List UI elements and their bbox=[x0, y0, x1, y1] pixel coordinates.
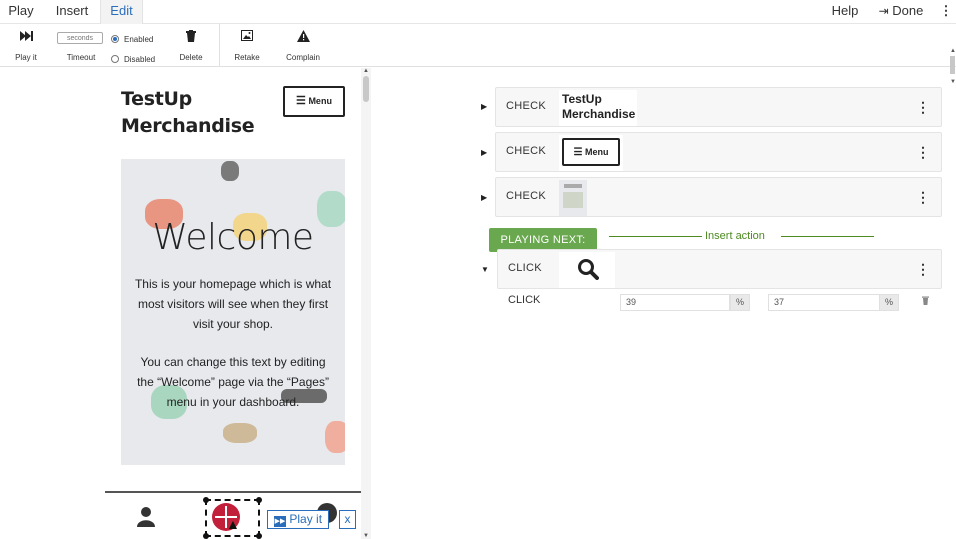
delete-button[interactable]: Delete bbox=[174, 24, 208, 67]
site-title: TestUp Merchandise bbox=[121, 88, 255, 137]
y-percent-field[interactable]: 37 bbox=[768, 294, 880, 311]
action-verb: CLICK bbox=[508, 262, 542, 274]
complain-button[interactable]: Complain bbox=[280, 24, 326, 67]
handle-bottom-left[interactable] bbox=[203, 533, 209, 539]
y-unit: % bbox=[879, 294, 899, 311]
handle-bottom-right[interactable] bbox=[256, 533, 262, 539]
enabled-radio[interactable]: Enabled bbox=[111, 34, 153, 46]
cursor-icon: ▲ bbox=[226, 516, 240, 532]
site-menu-label: Menu bbox=[308, 96, 332, 106]
trash-icon bbox=[174, 30, 208, 45]
action-row[interactable]: CHECK TestUp Merchandise ⋮ bbox=[495, 87, 942, 127]
kebab-menu-icon[interactable]: ⋮ bbox=[916, 189, 930, 206]
belt-illustration bbox=[223, 423, 257, 443]
action-thumbnail: ☰ Menu bbox=[559, 135, 623, 171]
kebab-menu-icon[interactable]: ⋮ bbox=[916, 261, 930, 278]
play-it-overlay-button[interactable]: ▶▶ Play it bbox=[267, 510, 330, 529]
play-it-button[interactable]: Play it bbox=[7, 24, 45, 67]
menu-done-label: Done bbox=[892, 3, 924, 18]
search-icon bbox=[577, 258, 599, 285]
preview-scrollbar[interactable]: ▲ ▼ bbox=[361, 68, 371, 539]
play-it-label: Play it bbox=[15, 53, 37, 62]
hero-paragraph-2: You can change this text by editing the … bbox=[137, 355, 329, 409]
expand-arrow-icon[interactable]: ▶ bbox=[481, 102, 491, 111]
menu-insert[interactable]: Insert bbox=[48, 0, 96, 24]
click-detail-row: CLICK 39 % 37 % bbox=[508, 292, 943, 314]
kebab-menu-icon[interactable]: ⋮ bbox=[916, 99, 930, 116]
image-icon bbox=[229, 30, 265, 44]
action-verb: CHECK bbox=[506, 145, 547, 157]
retake-label: Retake bbox=[234, 53, 260, 62]
menu-edit[interactable]: Edit bbox=[100, 0, 143, 24]
x-unit: % bbox=[730, 294, 750, 311]
expand-arrow-icon[interactable]: ▶ bbox=[481, 193, 491, 202]
insert-line-left bbox=[609, 236, 702, 237]
action-verb: CHECK bbox=[506, 190, 547, 202]
hero-paragraph-1: This is your homepage which is what most… bbox=[134, 277, 332, 331]
menu-play[interactable]: Play bbox=[0, 0, 42, 24]
action-verb: CHECK bbox=[506, 100, 547, 112]
timeout-label: Timeout bbox=[66, 53, 96, 62]
exit-icon: ⇥ bbox=[878, 4, 889, 18]
scroll-up-icon[interactable]: ▲ bbox=[950, 48, 956, 54]
kebab-menu-icon[interactable]: ⋮ bbox=[916, 144, 930, 161]
site-menu-button[interactable]: ☰ Menu bbox=[283, 86, 345, 117]
collapse-arrow-icon[interactable]: ▼ bbox=[481, 265, 491, 274]
action-row[interactable]: CHECK ⋮ bbox=[495, 177, 942, 217]
timeout-group: Timeout bbox=[57, 24, 105, 67]
menu-done[interactable]: ⇥ Done bbox=[872, 0, 930, 24]
handle-top-left[interactable] bbox=[203, 497, 209, 503]
disabled-radio[interactable]: Disabled bbox=[111, 54, 155, 66]
delete-detail-icon[interactable] bbox=[922, 296, 929, 308]
menu-help[interactable]: Help bbox=[826, 0, 864, 24]
radio-selected-icon bbox=[111, 35, 119, 43]
x-percent-field[interactable]: 39 bbox=[620, 294, 730, 311]
expand-arrow-icon[interactable]: ▶ bbox=[481, 148, 491, 157]
close-overlay-button[interactable]: x bbox=[339, 510, 356, 529]
more-menu-icon[interactable]: ⋮ bbox=[938, 0, 954, 24]
disabled-label: Disabled bbox=[124, 55, 156, 64]
click-target-highlight[interactable]: ▲ bbox=[203, 497, 262, 539]
scroll-thumb[interactable] bbox=[950, 56, 955, 74]
delete-label: Delete bbox=[179, 53, 203, 62]
insert-action-divider[interactable]: Insert action bbox=[609, 230, 874, 242]
scroll-down-icon[interactable]: ▼ bbox=[950, 79, 956, 85]
baby-onesie-illustration bbox=[325, 421, 345, 453]
retake-button[interactable]: Retake bbox=[229, 24, 265, 67]
welcome-heading: Welcome bbox=[152, 217, 314, 258]
play-it-overlay-label: Play it bbox=[289, 512, 323, 526]
thumbnail-menu-label: Menu bbox=[584, 147, 609, 157]
insert-action-label[interactable]: Insert action bbox=[702, 230, 768, 242]
user-icon[interactable] bbox=[137, 507, 155, 532]
action-thumbnail: TestUp Merchandise bbox=[559, 90, 637, 126]
enabled-label: Enabled bbox=[124, 35, 154, 44]
hamburger-icon: ☰ bbox=[573, 147, 583, 158]
warning-icon bbox=[280, 30, 326, 45]
action-thumbnail-image bbox=[559, 180, 587, 216]
toolbar: Play it Timeout Enabled Disabled Delete … bbox=[0, 24, 956, 85]
complain-label: Complain bbox=[286, 53, 320, 62]
handle-top-right[interactable] bbox=[256, 497, 262, 503]
main-scrollbar[interactable]: ▲ ▼ bbox=[949, 48, 956, 91]
toolbar-divider bbox=[219, 24, 220, 67]
mobile-bottom-bar: ▲ ▶▶ Play it x bbox=[105, 491, 371, 539]
hero-banner: Welcome This is your homepage which is w… bbox=[121, 159, 345, 465]
fast-forward-icon bbox=[7, 30, 45, 45]
action-row[interactable]: CHECK ☰ Menu ⋮ bbox=[495, 132, 942, 172]
tool-illustration bbox=[221, 161, 239, 181]
radio-unselected-icon bbox=[111, 55, 119, 63]
thumbnail-menu-button: ☰ Menu bbox=[562, 138, 620, 166]
hamburger-icon: ☰ bbox=[296, 95, 306, 107]
menu-bar: Play Insert Edit Help ⇥ Done ⋮ bbox=[0, 0, 956, 24]
preview-scroll-thumb[interactable] bbox=[363, 76, 369, 102]
action-thumbnail bbox=[559, 252, 615, 288]
page-preview: TestUp Merchandise ☰ Menu Welcome This i… bbox=[105, 68, 371, 539]
detail-verb: CLICK bbox=[508, 294, 541, 306]
fast-forward-icon: ▶▶ bbox=[274, 516, 286, 527]
action-row-expanded[interactable]: CLICK ⋮ bbox=[497, 249, 942, 289]
insert-line-right bbox=[781, 236, 874, 237]
scroll-down-icon[interactable]: ▼ bbox=[363, 533, 369, 539]
scroll-up-icon[interactable]: ▲ bbox=[363, 68, 369, 74]
